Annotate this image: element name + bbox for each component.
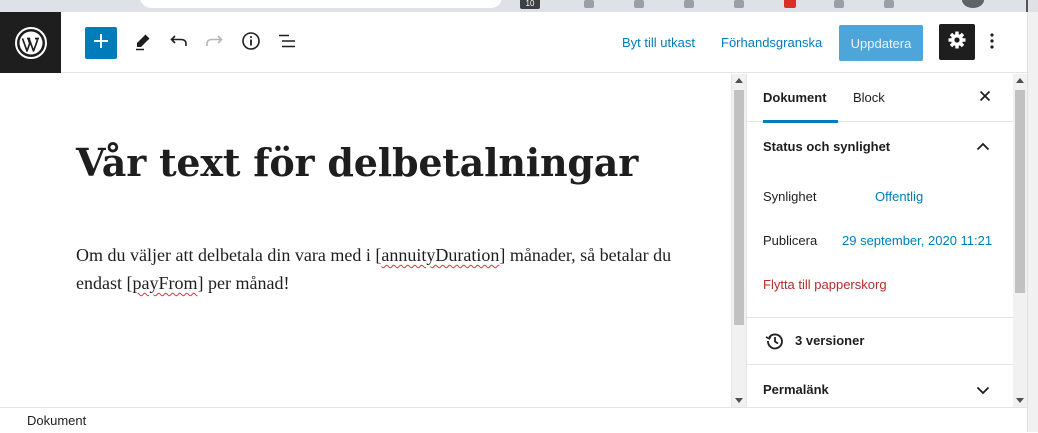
block-breadcrumb-bar: Dokument (0, 407, 1027, 432)
more-vertical-icon (990, 32, 994, 54)
plus-icon (93, 33, 109, 54)
window-edge (1026, 0, 1028, 12)
browser-toolbar-strip: 10 (0, 0, 1038, 12)
list-view-button[interactable] (271, 27, 303, 59)
update-button[interactable]: Uppdatera (839, 25, 923, 61)
publish-label: Publicera (763, 233, 818, 248)
panel-title: Permalänk (763, 382, 829, 397)
chevron-down-icon (973, 380, 993, 400)
sidebar-scrollbar[interactable] (1013, 74, 1027, 407)
extension-icon[interactable] (734, 0, 744, 8)
redo-icon (204, 31, 224, 56)
details-button[interactable] (235, 27, 267, 59)
settings-sidebar: Dokument Block Status och synlighet Synl… (746, 74, 1013, 407)
close-icon (979, 89, 991, 107)
chevron-up-icon (973, 137, 993, 157)
editor-header: Byt till utkast Förhandsgranska Uppdater… (0, 12, 1027, 73)
tools-button[interactable] (127, 27, 159, 59)
wordpress-icon[interactable] (0, 12, 61, 73)
scroll-up-icon[interactable] (735, 78, 743, 83)
permalink-panel-toggle[interactable]: Permalänk (747, 365, 1013, 407)
extension-icon[interactable] (584, 0, 594, 8)
gear-icon (947, 30, 967, 55)
more-options-button[interactable] (982, 27, 1002, 59)
post-title[interactable]: Vår text för delbetalningar (76, 140, 638, 185)
window-scrollbar[interactable] (1027, 12, 1038, 432)
history-icon (765, 331, 785, 356)
address-bar[interactable] (140, 0, 502, 8)
paragraph-text: Om du väljer att delbetala din vara med … (76, 245, 382, 265)
panel-title: Status och synlighet (763, 139, 891, 154)
sidebar-tabs: Dokument Block (747, 74, 1013, 123)
undo-icon (169, 31, 189, 56)
scroll-down-icon[interactable] (735, 398, 743, 403)
misspelled-word: annuityDuration (381, 245, 500, 265)
redo-button[interactable] (198, 27, 230, 59)
scroll-down-icon[interactable] (1016, 398, 1024, 403)
misspelled-word: payFrom (132, 273, 198, 293)
tab-block[interactable]: Block (853, 74, 885, 122)
pencil-icon (133, 31, 153, 56)
revisions-label: 3 versioner (795, 333, 865, 348)
extension-icon[interactable] (684, 0, 694, 8)
status-visibility-panel-toggle[interactable]: Status och synlighet (747, 122, 1013, 172)
info-icon (241, 31, 261, 56)
extension-alert-icon[interactable] (784, 0, 796, 8)
switch-to-draft-button[interactable]: Byt till utkast (622, 12, 695, 73)
undo-button[interactable] (163, 27, 195, 59)
editor-scrollbar[interactable] (731, 74, 746, 407)
breadcrumb-document[interactable]: Dokument (27, 408, 86, 433)
scrollbar-thumb[interactable] (734, 90, 744, 325)
tab-document[interactable]: Dokument (763, 74, 839, 123)
extension-badge[interactable]: 10 (520, 0, 540, 9)
paragraph-block[interactable]: Om du väljer att delbetala din vara med … (76, 241, 676, 297)
profile-avatar[interactable] (962, 0, 984, 8)
visibility-toggle[interactable]: Offentlig (875, 189, 923, 204)
extension-icon[interactable] (884, 0, 894, 8)
visibility-label: Synlighet (763, 189, 817, 204)
list-view-icon (277, 31, 297, 56)
tab-document-label: Dokument (763, 90, 827, 105)
publish-date-toggle[interactable]: 29 september, 2020 11:21 (842, 233, 992, 248)
preview-button[interactable]: Förhandsgranska (721, 12, 822, 73)
extension-icon[interactable] (634, 0, 644, 8)
paragraph-text: ] per månad! (197, 273, 290, 293)
extension-icon[interactable] (834, 0, 844, 8)
editor-canvas: Vår text för delbetalningar Om du väljer… (0, 74, 731, 407)
settings-button[interactable] (939, 24, 975, 60)
add-block-button[interactable] (85, 27, 117, 59)
move-to-trash-button[interactable]: Flytta till papperskorg (763, 277, 887, 292)
revisions-link[interactable]: 3 versioner (747, 318, 1013, 364)
close-sidebar-button[interactable] (973, 86, 997, 110)
scroll-up-icon[interactable] (1016, 78, 1024, 83)
scrollbar-thumb[interactable] (1015, 90, 1025, 293)
